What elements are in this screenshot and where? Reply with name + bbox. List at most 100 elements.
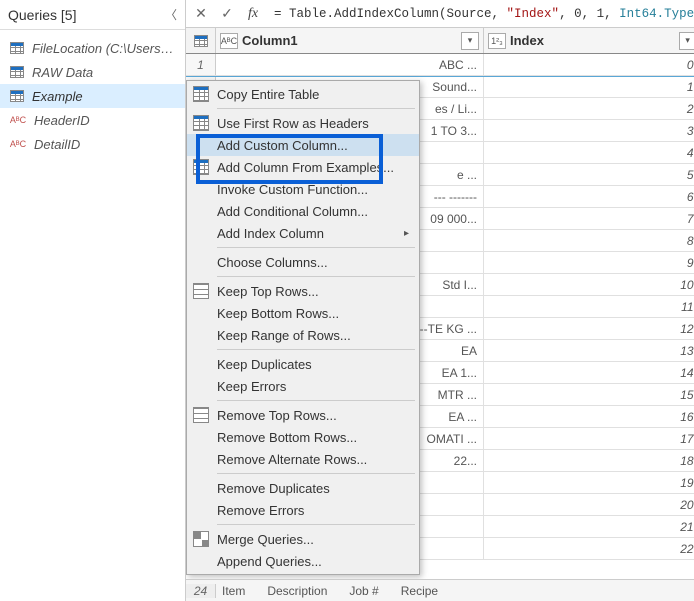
menu-item-label: Remove Top Rows... bbox=[217, 408, 337, 423]
menu-item[interactable]: Remove Bottom Rows... bbox=[187, 426, 419, 448]
abc-icon bbox=[10, 113, 26, 127]
menu-item[interactable]: Add Custom Column... bbox=[187, 134, 419, 156]
cell-index[interactable]: 17 bbox=[484, 428, 694, 449]
formula-bar: ✕ ✓ fx = Table.AddIndexColumn(Source, "I… bbox=[186, 0, 694, 28]
cell-index[interactable]: 3 bbox=[484, 120, 694, 141]
grid-corner[interactable] bbox=[186, 28, 216, 53]
menu-item[interactable]: Merge Queries... bbox=[187, 528, 419, 550]
menu-item-label: Add Index Column bbox=[217, 226, 324, 241]
index-filter-dropdown[interactable]: ▾ bbox=[679, 32, 694, 50]
cell-index[interactable]: 13 bbox=[484, 340, 694, 361]
menu-item-label: Invoke Custom Function... bbox=[217, 182, 368, 197]
menu-item[interactable]: Add Index Column▸ bbox=[187, 222, 419, 244]
merge-icon bbox=[193, 531, 209, 547]
cell-index[interactable]: 15 bbox=[484, 384, 694, 405]
cell-index[interactable]: 5 bbox=[484, 164, 694, 185]
number-type-icon[interactable]: 1²₃ bbox=[488, 33, 506, 49]
table-icon bbox=[10, 66, 24, 78]
menu-item-label: Choose Columns... bbox=[217, 255, 328, 270]
cell-index[interactable]: 21 bbox=[484, 516, 694, 537]
menu-item[interactable]: Keep Range of Rows... bbox=[187, 324, 419, 346]
cell-index[interactable]: 4 bbox=[484, 142, 694, 163]
table-icon bbox=[193, 86, 209, 102]
column-header-index[interactable]: 1²₃ Index ▾ bbox=[484, 28, 694, 53]
query-item[interactable]: Example bbox=[0, 84, 185, 108]
menu-separator bbox=[217, 108, 415, 109]
menu-item[interactable]: Keep Duplicates bbox=[187, 353, 419, 375]
column1-name: Column1 bbox=[242, 33, 457, 48]
cell-index[interactable]: 7 bbox=[484, 208, 694, 229]
menu-item-label: Use First Row as Headers bbox=[217, 116, 369, 131]
commit-formula-button[interactable]: ✓ bbox=[216, 3, 238, 25]
cell-index[interactable]: 8 bbox=[484, 230, 694, 251]
query-item[interactable]: FileLocation (C:\Users\lisde... bbox=[0, 36, 185, 60]
menu-item-label: Remove Bottom Rows... bbox=[217, 430, 357, 445]
menu-item[interactable]: Remove Top Rows... bbox=[187, 404, 419, 426]
menu-item-label: Append Queries... bbox=[217, 554, 322, 569]
menu-item-label: Keep Range of Rows... bbox=[217, 328, 351, 343]
column-header-column1[interactable]: AᴮC Column1 ▾ bbox=[216, 28, 484, 53]
menu-item[interactable]: Add Conditional Column... bbox=[187, 200, 419, 222]
query-label: FileLocation (C:\Users\lisde... bbox=[32, 41, 175, 56]
query-label: RAW Data bbox=[32, 65, 93, 80]
column-header-row: AᴮC Column1 ▾ 1²₃ Index ▾ bbox=[186, 28, 694, 54]
cell-index[interactable]: 12 bbox=[484, 318, 694, 339]
cancel-formula-button[interactable]: ✕ bbox=[190, 3, 212, 25]
menu-item-label: Merge Queries... bbox=[217, 532, 314, 547]
footer-cell: Recipe bbox=[401, 584, 438, 598]
cell-index[interactable]: 20 bbox=[484, 494, 694, 515]
formula-string: "Index" bbox=[507, 7, 560, 21]
menu-item[interactable]: Keep Bottom Rows... bbox=[187, 302, 419, 324]
menu-item-label: Add Custom Column... bbox=[217, 138, 348, 153]
cell-index[interactable]: 22 bbox=[484, 538, 694, 559]
table-row[interactable]: 1ABC ...0 bbox=[186, 54, 694, 76]
cell-index[interactable]: 14 bbox=[484, 362, 694, 383]
cell-index[interactable]: 18 bbox=[484, 450, 694, 471]
cell-index[interactable]: 0 bbox=[484, 54, 694, 75]
menu-item-label: Copy Entire Table bbox=[217, 87, 319, 102]
footer-cell: Description bbox=[267, 584, 327, 598]
collapse-icon[interactable]: 〈 bbox=[165, 6, 177, 23]
cell-index[interactable]: 2 bbox=[484, 98, 694, 119]
cell-index[interactable]: 1 bbox=[484, 76, 694, 97]
formula-type: Int64.Type bbox=[619, 7, 694, 21]
menu-item[interactable]: Append Queries... bbox=[187, 550, 419, 572]
query-label: Example bbox=[32, 89, 83, 104]
menu-separator bbox=[217, 247, 415, 248]
menu-item-label: Keep Errors bbox=[217, 379, 286, 394]
menu-item-label: Keep Bottom Rows... bbox=[217, 306, 339, 321]
query-item[interactable]: RAW Data bbox=[0, 60, 185, 84]
cell-index[interactable]: 11 bbox=[484, 296, 694, 317]
menu-item-label: Keep Top Rows... bbox=[217, 284, 319, 299]
formula-mid: , 0, 1, bbox=[559, 7, 619, 21]
cell-index[interactable]: 6 bbox=[484, 186, 694, 207]
menu-item[interactable]: Remove Errors bbox=[187, 499, 419, 521]
menu-item[interactable]: Choose Columns... bbox=[187, 251, 419, 273]
cell-index[interactable]: 16 bbox=[484, 406, 694, 427]
fx-icon[interactable]: fx bbox=[242, 3, 264, 25]
menu-item[interactable]: Invoke Custom Function... bbox=[187, 178, 419, 200]
menu-item[interactable]: Add Column From Examples... bbox=[187, 156, 419, 178]
query-list: FileLocation (C:\Users\lisde... RAW Data E… bbox=[0, 30, 185, 156]
cell-column1[interactable]: ABC ... bbox=[216, 54, 484, 75]
data-grid[interactable]: 1ABC ...02Sound...13es / Li...241 TO 3..… bbox=[186, 54, 694, 579]
column1-filter-dropdown[interactable]: ▾ bbox=[461, 32, 479, 50]
cell-index[interactable]: 19 bbox=[484, 472, 694, 493]
menu-separator bbox=[217, 473, 415, 474]
table-context-menu: Copy Entire Table Use First Row as Header… bbox=[186, 80, 420, 575]
abc-type-icon[interactable]: AᴮC bbox=[220, 33, 238, 49]
query-item[interactable]: DetailID bbox=[0, 132, 185, 156]
formula-text[interactable]: = Table.AddIndexColumn(Source, "Index", … bbox=[268, 7, 694, 21]
menu-item[interactable]: Keep Errors bbox=[187, 375, 419, 397]
menu-item[interactable]: Remove Duplicates bbox=[187, 477, 419, 499]
table-icon bbox=[10, 42, 24, 54]
abc-icon bbox=[10, 137, 26, 151]
rows-icon bbox=[193, 407, 209, 423]
cell-index[interactable]: 9 bbox=[484, 252, 694, 273]
menu-item[interactable]: Remove Alternate Rows... bbox=[187, 448, 419, 470]
cell-index[interactable]: 10 bbox=[484, 274, 694, 295]
menu-item[interactable]: Copy Entire Table bbox=[187, 83, 419, 105]
query-item[interactable]: HeaderID bbox=[0, 108, 185, 132]
menu-item[interactable]: Keep Top Rows... bbox=[187, 280, 419, 302]
menu-item[interactable]: Use First Row as Headers bbox=[187, 112, 419, 134]
